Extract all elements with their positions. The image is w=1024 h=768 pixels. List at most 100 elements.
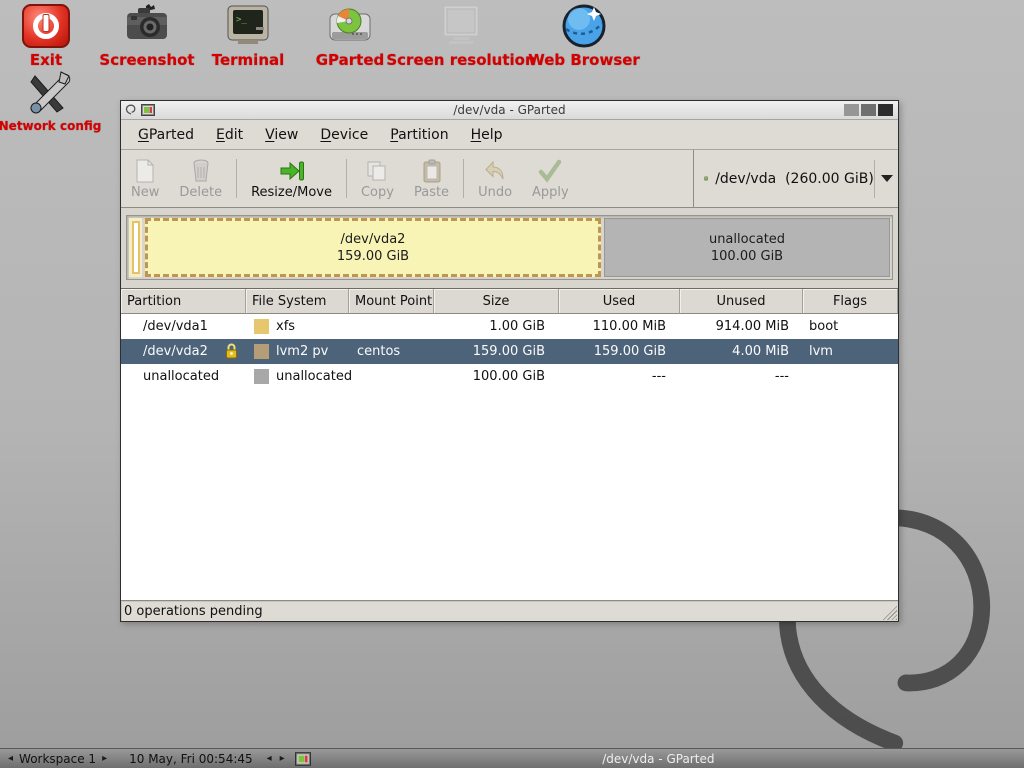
window-title: /dev/vda - GParted [121, 103, 898, 117]
table-empty-area [121, 389, 898, 600]
fs-color-swatch [254, 369, 269, 384]
new-document-icon [132, 158, 158, 184]
cell-used: 110.00 MiB [559, 314, 680, 339]
globe-icon [559, 3, 609, 49]
cell-unused: 914.00 MiB [680, 314, 803, 339]
partition-name: /dev/vda2 [341, 231, 406, 248]
toolbar-separator [463, 159, 464, 198]
menu-partition[interactable]: Partition [379, 122, 459, 148]
partition-name: unallocated [709, 231, 785, 248]
cell-partition: unallocated [121, 364, 246, 389]
paste-icon [419, 158, 445, 184]
task-next-icon[interactable]: ▸ [280, 754, 285, 764]
apply-button[interactable]: Apply [522, 150, 579, 207]
disk-visual-vda2[interactable]: /dev/vda2 159.00 GiB [145, 218, 601, 277]
desktop-icon-web-browser[interactable]: Web Browser [532, 3, 636, 68]
copy-icon [364, 158, 390, 184]
column-header-partition[interactable]: Partition [121, 289, 246, 314]
tools-icon [25, 70, 75, 116]
lock-icon [225, 343, 238, 359]
device-selector[interactable]: /dev/vda (260.00 GiB) [693, 150, 898, 207]
cell-partition: /dev/vda2 [121, 339, 246, 364]
partition-table: Partition File System Mount Point Size U… [121, 288, 898, 600]
cell-filesystem: xfs [246, 314, 349, 339]
disk-visual-unallocated[interactable]: unallocated 100.00 GiB [604, 218, 890, 277]
task-gparted-icon [295, 752, 311, 766]
column-header-unused[interactable]: Unused [680, 289, 803, 314]
apply-check-icon [537, 158, 563, 184]
cell-partition: /dev/vda1 [121, 314, 246, 339]
cell-flags: lvm [803, 339, 898, 364]
svg-text:>_: >_ [236, 15, 247, 25]
task-button-gparted[interactable]: /dev/vda - GParted [293, 749, 1024, 768]
delete-button[interactable]: Delete [169, 150, 232, 207]
undo-icon [482, 158, 508, 184]
cell-used: 159.00 GiB [559, 339, 680, 364]
table-row-unallocated[interactable]: unallocated unallocated 100.00 GiB --- -… [121, 364, 898, 389]
cell-flags [803, 364, 898, 389]
cell-filesystem: lvm2 pv [246, 339, 349, 364]
table-row-vda2[interactable]: /dev/vda2 lvm2 pv centos 159.00 GiB 159.… [121, 339, 898, 364]
undo-button[interactable]: Undo [468, 150, 522, 207]
resize-grip[interactable] [882, 605, 897, 620]
desktop-icon-network-config[interactable]: Network config [4, 70, 96, 132]
column-header-flags[interactable]: Flags [803, 289, 898, 314]
task-prev-icon[interactable]: ◂ [267, 754, 272, 764]
desktop-icon-screenshot[interactable]: Screenshot [102, 3, 192, 68]
fs-color-swatch [254, 319, 269, 334]
workspace-pager: ◂ Workspace 1 ▸ [0, 752, 115, 766]
cell-unused: --- [680, 364, 803, 389]
terminal-icon: >_ [223, 3, 273, 49]
desktop-icon-label: Web Browser [528, 53, 640, 68]
desktop-icon-exit[interactable]: Exit [16, 3, 76, 68]
menu-device[interactable]: Device [309, 122, 379, 148]
menu-view[interactable]: View [254, 122, 309, 148]
partition-size: 100.00 GiB [711, 248, 783, 265]
table-row-vda1[interactable]: /dev/vda1 xfs 1.00 GiB 110.00 MiB 914.00… [121, 314, 898, 339]
close-button[interactable] [878, 104, 893, 116]
column-header-used[interactable]: Used [559, 289, 680, 314]
desktop-icon-label: GParted [316, 53, 385, 68]
clock: 10 May, Fri 00:54:45 [129, 752, 253, 766]
column-header-mountpoint[interactable]: Mount Point [349, 289, 434, 314]
cell-filesystem: unallocated [246, 364, 349, 389]
column-header-filesystem[interactable]: File System [246, 289, 349, 314]
paste-button[interactable]: Paste [404, 150, 459, 207]
desktop-icon-gparted[interactable]: GParted [312, 3, 388, 68]
maximize-button[interactable] [861, 104, 876, 116]
resize-move-button[interactable]: Resize/Move [241, 150, 342, 207]
cell-size: 100.00 GiB [434, 364, 559, 389]
power-icon [21, 3, 71, 49]
partition-size: 159.00 GiB [337, 248, 409, 265]
gparted-window: /dev/vda - GParted GParted Edit View Dev… [120, 100, 899, 622]
monitor-icon [436, 3, 486, 49]
column-header-size[interactable]: Size [434, 289, 559, 314]
titlebar[interactable]: /dev/vda - GParted [121, 101, 898, 120]
taskbar: ◂ Workspace 1 ▸ 10 May, Fri 00:54:45 ◂ ▸… [0, 748, 1024, 768]
cell-used: --- [559, 364, 680, 389]
cell-size: 159.00 GiB [434, 339, 559, 364]
minimize-button[interactable] [844, 104, 859, 116]
menu-edit[interactable]: Edit [205, 122, 254, 148]
workspace-prev-icon[interactable]: ◂ [8, 754, 13, 764]
vda1-fill [132, 221, 140, 274]
disk-visual: /dev/vda2 159.00 GiB unallocated 100.00 … [121, 208, 898, 288]
new-button[interactable]: New [121, 150, 169, 207]
desktop-icon-terminal[interactable]: >_ Terminal [208, 3, 288, 68]
window-menu-swirl-icon[interactable] [125, 104, 137, 116]
workspace-next-icon[interactable]: ▸ [102, 754, 107, 764]
menu-gparted[interactable]: GParted [127, 122, 205, 148]
cell-flags: boot [803, 314, 898, 339]
desktop-icon-label: Network config [0, 120, 101, 132]
toolbar-separator [236, 159, 237, 198]
workspace-label[interactable]: Workspace 1 [19, 752, 96, 766]
task-title: /dev/vda - GParted [293, 752, 1024, 766]
gparted-drive-icon [325, 3, 375, 49]
toolbar-separator [346, 159, 347, 198]
desktop-icon-screen-resolution[interactable]: Screen resolution [386, 3, 536, 68]
copy-button[interactable]: Copy [351, 150, 404, 207]
disk-visual-vda1[interactable] [129, 218, 142, 277]
cell-mountpoint: centos [349, 339, 434, 364]
menu-help[interactable]: Help [460, 122, 514, 148]
trash-icon [188, 158, 214, 184]
